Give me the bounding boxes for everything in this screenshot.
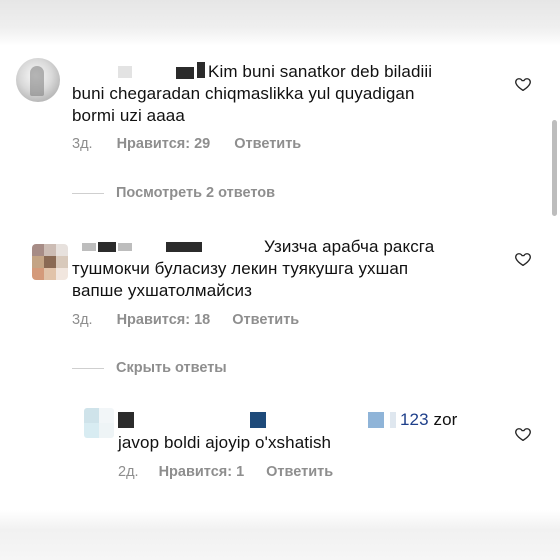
comment-time: 2д. [118, 464, 139, 480]
likes-count[interactable]: Нравится: 18 [117, 312, 211, 328]
view-replies-button[interactable]: Посмотреть 2 ответов [72, 185, 275, 201]
mention-link[interactable]: 123 [400, 410, 429, 429]
likes-count[interactable]: Нравится: 29 [117, 136, 211, 152]
redacted-mention [368, 412, 384, 428]
heart-outline-icon[interactable] [514, 425, 532, 443]
thread-divider [72, 367, 104, 369]
comment-text-line: bormi uzi aaaa [72, 106, 185, 125]
view-replies-label: Посмотреть 2 ответов [116, 185, 276, 201]
comment-meta: 3д. Нравится: 18 Ответить [72, 312, 299, 328]
likes-count[interactable]: Нравится: 1 [159, 464, 245, 480]
comment-time: 3д. [72, 312, 93, 328]
comment-meta: 2д. Нравится: 1 Ответить [118, 464, 333, 480]
redacted-username [197, 62, 205, 78]
comment-time: 3д. [72, 136, 93, 152]
redacted-username [118, 412, 134, 428]
reply-button[interactable]: Ответить [232, 312, 299, 328]
comment-meta: 3д. Нравится: 29 Ответить [72, 136, 301, 152]
redacted-username [176, 67, 194, 79]
redacted-username [98, 242, 116, 252]
redacted-username [118, 66, 132, 78]
comment-text-line: buni chegaradan chiqmaslikka yul quyadig… [72, 84, 415, 103]
scrollbar[interactable] [552, 120, 557, 216]
avatar[interactable] [84, 408, 114, 438]
hide-replies-button[interactable]: Скрыть ответы [72, 360, 227, 376]
comment-text-line: тушмокчи буласизу лекин туякушга ухшап [72, 259, 409, 278]
top-blurred-area [0, 0, 560, 46]
heart-outline-icon[interactable] [514, 75, 532, 93]
hide-replies-label: Скрыть ответы [116, 360, 227, 376]
thread-divider [72, 192, 104, 194]
redacted-username [166, 242, 202, 252]
comment-text-line: Kim buni sanatkor deb biladiii [208, 62, 433, 81]
redacted-username [250, 412, 266, 428]
redacted-mention [390, 412, 396, 428]
avatar[interactable] [32, 244, 68, 280]
reply-button[interactable]: Ответить [266, 464, 333, 480]
comment-text-line: вапше ухшатолмайсиз [72, 281, 252, 300]
redacted-username [82, 243, 96, 251]
avatar[interactable] [16, 58, 60, 102]
redacted-username [118, 243, 132, 251]
comment-text-line: javop boldi ajoyip o'xshatish [118, 433, 332, 452]
comment-text-line: 123 zor [400, 408, 457, 431]
comment-text-line: Узизча арабча раксга [264, 237, 435, 256]
comment-text-tail: zor [428, 410, 458, 429]
heart-outline-icon[interactable] [514, 250, 532, 268]
reply-button[interactable]: Ответить [234, 136, 301, 152]
bottom-blurred-area [0, 510, 560, 560]
